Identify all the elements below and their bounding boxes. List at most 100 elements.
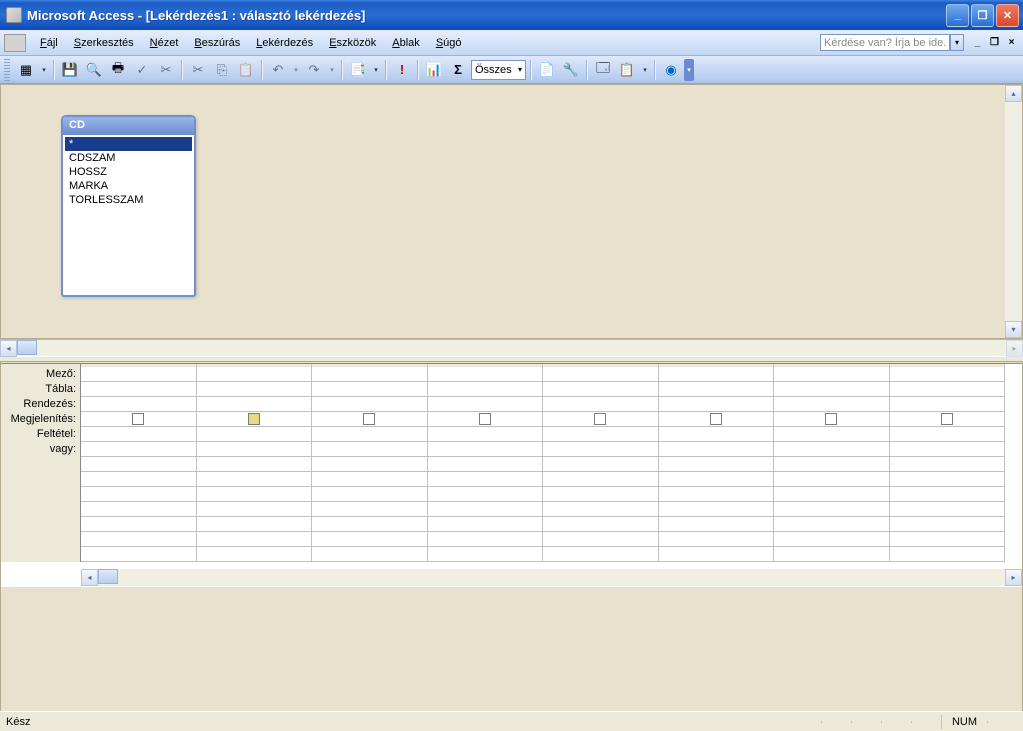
toolbar-grip[interactable] <box>4 59 10 81</box>
grid-cell[interactable] <box>197 517 313 532</box>
menu-query[interactable]: Lekérdezés <box>248 34 321 52</box>
grid-cell[interactable] <box>774 502 890 517</box>
grid-cell[interactable] <box>659 517 775 532</box>
grid-cell[interactable] <box>428 472 544 487</box>
grid-cell[interactable] <box>428 547 544 562</box>
grid-cell[interactable] <box>543 427 659 442</box>
grid-cell[interactable] <box>81 502 197 517</box>
grid-cell[interactable] <box>890 442 1006 457</box>
view-dropdown[interactable]: ▾ <box>39 59 49 81</box>
properties-button[interactable]: 📄 <box>536 59 558 81</box>
redo-button[interactable]: ↷ <box>303 59 325 81</box>
scroll-up-button[interactable]: ▴ <box>1005 85 1022 102</box>
redo-dropdown[interactable]: ▾ <box>327 59 337 81</box>
grid-cell[interactable] <box>890 547 1006 562</box>
mdi-minimize-button[interactable]: _ <box>970 35 985 50</box>
grid-cell[interactable] <box>312 547 428 562</box>
grid-cell[interactable] <box>428 397 544 412</box>
grid-cell[interactable] <box>543 502 659 517</box>
grid-cell[interactable] <box>81 547 197 562</box>
grid-cell[interactable] <box>659 427 775 442</box>
grid-cell[interactable] <box>774 457 890 472</box>
grid-cell[interactable] <box>774 517 890 532</box>
grid-cell[interactable] <box>774 532 890 547</box>
grid-cell[interactable] <box>890 397 1006 412</box>
print-preview-button[interactable]: 🔍 <box>83 59 105 81</box>
field-item[interactable]: HOSSZ <box>65 165 192 179</box>
query-type-dropdown[interactable]: ▾ <box>371 59 381 81</box>
view-button[interactable]: ▦ <box>15 59 37 81</box>
grid-cell[interactable] <box>774 397 890 412</box>
table-field-list[interactable]: CD * CDSZAM HOSSZ MARKA TORLESSZAM <box>61 115 196 297</box>
grid-cell[interactable] <box>890 367 1006 382</box>
grid-cell[interactable] <box>428 457 544 472</box>
grid-cell[interactable] <box>543 367 659 382</box>
grid-cell-show[interactable] <box>659 412 775 427</box>
menu-tools[interactable]: Eszközök <box>321 34 384 52</box>
scroll-right-button[interactable]: ▸ <box>1005 569 1022 586</box>
copy-button[interactable]: ⎘ <box>211 59 233 81</box>
grid-cell[interactable] <box>774 367 890 382</box>
grid-cell[interactable] <box>81 427 197 442</box>
grid-cell[interactable] <box>543 517 659 532</box>
field-item[interactable]: TORLESSZAM <box>65 193 192 207</box>
grid-cell[interactable] <box>659 502 775 517</box>
grid-cell[interactable] <box>197 472 313 487</box>
grid-cell[interactable] <box>81 472 197 487</box>
grid-cell[interactable] <box>659 397 775 412</box>
grid-cell[interactable] <box>659 547 775 562</box>
undo-button[interactable]: ↶ <box>267 59 289 81</box>
grid-cell-show[interactable] <box>197 412 313 427</box>
grid-cell-show[interactable] <box>543 412 659 427</box>
grid-cell[interactable] <box>659 487 775 502</box>
menu-file[interactable]: Fájl <box>32 34 66 52</box>
grid-cell[interactable] <box>543 472 659 487</box>
grid-cell[interactable] <box>774 427 890 442</box>
grid-cell[interactable] <box>659 532 775 547</box>
grid-cell[interactable] <box>197 442 313 457</box>
grid-cell[interactable] <box>312 397 428 412</box>
grid-cell[interactable] <box>543 382 659 397</box>
print-button[interactable]: 🖶 <box>107 59 129 81</box>
grid-cell[interactable] <box>81 457 197 472</box>
show-checkbox[interactable] <box>594 413 606 425</box>
new-object-button[interactable]: 📋 <box>616 59 638 81</box>
grid-cell[interactable] <box>81 367 197 382</box>
menu-edit[interactable]: Szerkesztés <box>66 34 142 52</box>
show-checkbox[interactable] <box>132 413 144 425</box>
query-type-button[interactable]: 📑 <box>347 59 369 81</box>
scroll-left-button[interactable]: ◂ <box>81 569 98 586</box>
undo-dropdown[interactable]: ▾ <box>291 59 301 81</box>
grid-cell[interactable] <box>659 442 775 457</box>
grid-cell-show[interactable] <box>81 412 197 427</box>
grid-cell[interactable] <box>543 442 659 457</box>
grid-cell[interactable] <box>428 487 544 502</box>
grid-cell[interactable] <box>197 382 313 397</box>
grid-cell[interactable] <box>890 487 1006 502</box>
scroll-thumb[interactable] <box>17 340 37 355</box>
grid-cell[interactable] <box>428 517 544 532</box>
grid-cell[interactable] <box>81 532 197 547</box>
grid-cell[interactable] <box>774 487 890 502</box>
grid-cell[interactable] <box>659 367 775 382</box>
menu-window[interactable]: Ablak <box>384 34 428 52</box>
grid-cell[interactable] <box>312 457 428 472</box>
grid-cell[interactable] <box>81 442 197 457</box>
help-button[interactable]: ◉ <box>660 59 682 81</box>
scroll-left-button[interactable]: ◂ <box>0 340 17 357</box>
scroll-right-button[interactable]: ▸ <box>1006 340 1023 357</box>
grid-cell-show[interactable] <box>774 412 890 427</box>
help-search-input[interactable] <box>820 34 950 51</box>
grid-cell-show[interactable] <box>312 412 428 427</box>
diagram-vscroll[interactable]: ▴ ▾ <box>1005 85 1022 338</box>
grid-cell[interactable] <box>312 442 428 457</box>
grid-cell[interactable] <box>543 457 659 472</box>
grid-cell[interactable] <box>774 472 890 487</box>
grid-cell[interactable] <box>543 532 659 547</box>
spelling-button[interactable]: ✓ <box>131 59 153 81</box>
minimize-button[interactable]: _ <box>946 4 969 27</box>
menu-view[interactable]: Nézet <box>142 34 187 52</box>
close-button[interactable]: ✕ <box>996 4 1019 27</box>
paste-button[interactable]: 📋 <box>235 59 257 81</box>
grid-cell[interactable] <box>197 457 313 472</box>
